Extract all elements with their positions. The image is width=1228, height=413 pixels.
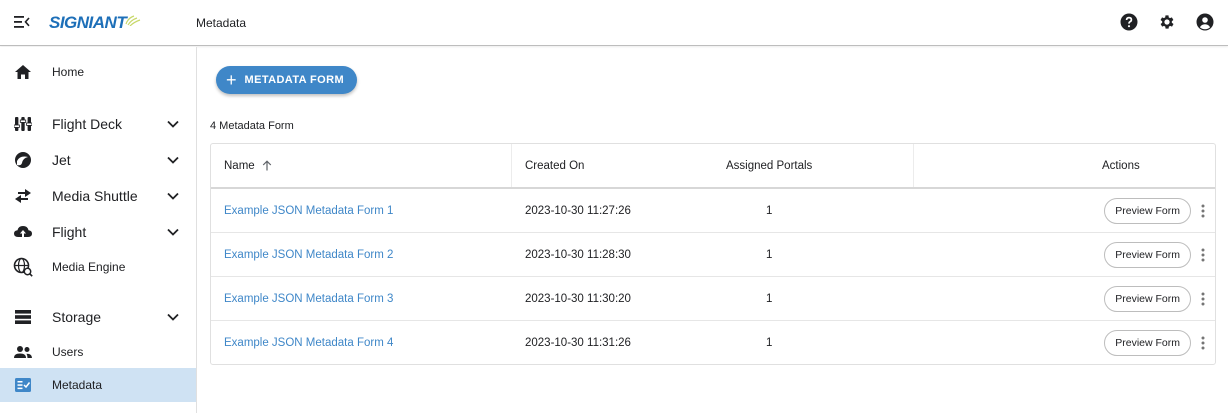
table-row: Example JSON Metadata Form 3 2023-10-30 … <box>211 277 1215 321</box>
home-icon <box>13 62 33 82</box>
column-header-label: Actions <box>1102 159 1140 172</box>
column-header-name[interactable]: Name <box>224 144 272 187</box>
sidebar-item-home[interactable]: Home <box>0 57 196 87</box>
table-row: Example JSON Metadata Form 2 2023-10-30 … <box>211 233 1215 277</box>
top-bar: SIGNIANT Metadata <box>0 0 1228 46</box>
preview-form-button[interactable]: Preview Form <box>1104 198 1191 224</box>
transfer-arrows-icon <box>13 186 33 206</box>
main-content: + METADATA FORM 4 Metadata Form Name Cre… <box>197 47 1228 413</box>
sidebar-item-jet[interactable]: Jet <box>0 145 196 175</box>
help-icon[interactable] <box>1119 12 1139 32</box>
created-on-cell: 2023-10-30 11:27:26 <box>525 204 631 217</box>
column-header-label: Created On <box>525 159 585 172</box>
sidebar: Home Flight Deck Jet Media Shuttle Fligh… <box>0 47 197 413</box>
sidebar-item-label: Storage <box>52 309 102 325</box>
sidebar-item-flight[interactable]: Flight <box>0 217 196 247</box>
globe-search-icon <box>13 257 33 277</box>
created-on-cell: 2023-10-30 11:28:30 <box>525 248 631 261</box>
signiant-logo[interactable]: SIGNIANT <box>49 10 142 36</box>
assigned-portals-cell: 1 <box>766 292 773 305</box>
column-header-created-on[interactable]: Created On <box>525 144 584 187</box>
sidebar-item-users[interactable]: Users <box>0 337 196 367</box>
add-button-label: METADATA FORM <box>244 74 345 86</box>
table-row: Example JSON Metadata Form 4 2023-10-30 … <box>211 321 1215 364</box>
sidebar-item-storage[interactable]: Storage <box>0 302 196 332</box>
more-vert-icon[interactable] <box>1198 290 1208 308</box>
chevron-down-icon[interactable] <box>166 117 180 131</box>
more-vert-icon[interactable] <box>1198 334 1208 352</box>
sidebar-item-media-shuttle[interactable]: Media Shuttle <box>0 181 196 211</box>
assigned-portals-cell: 1 <box>766 204 773 217</box>
gear-icon[interactable] <box>1157 12 1177 32</box>
form-name-link[interactable]: Example JSON Metadata Form 4 <box>224 321 393 364</box>
metadata-forms-table: Name Created On Assigned Portals Actions… <box>210 143 1216 365</box>
assigned-portals-cell: 1 <box>766 336 773 349</box>
column-header-assigned-portals[interactable]: Assigned Portals <box>726 144 812 187</box>
sidebar-item-label: Jet <box>52 152 71 168</box>
chevron-down-icon[interactable] <box>166 189 180 203</box>
logo-arcs-icon <box>125 15 141 26</box>
column-divider <box>913 144 914 187</box>
sidebar-item-metadata[interactable]: Metadata <box>0 368 196 402</box>
logo-text: SIGNIANT <box>49 13 127 32</box>
users-icon <box>13 342 33 362</box>
table-header: Name Created On Assigned Portals Actions <box>211 144 1215 189</box>
jet-icon <box>13 150 33 170</box>
assigned-portals-cell: 1 <box>766 248 773 261</box>
form-count-label: 4 Metadata Form <box>210 120 294 132</box>
sidebar-item-flight-deck[interactable]: Flight Deck <box>0 109 196 139</box>
chevron-down-icon[interactable] <box>166 225 180 239</box>
chevron-down-icon[interactable] <box>166 310 180 324</box>
form-name-link[interactable]: Example JSON Metadata Form 1 <box>224 189 393 232</box>
sidebar-item-label: Media Shuttle <box>52 188 138 204</box>
column-divider <box>511 144 512 187</box>
column-header-actions: Actions <box>1102 144 1140 187</box>
created-on-cell: 2023-10-30 11:30:20 <box>525 292 631 305</box>
metadata-icon <box>13 375 33 395</box>
more-vert-icon[interactable] <box>1198 202 1208 220</box>
add-metadata-form-button[interactable]: + METADATA FORM <box>216 66 358 94</box>
chevron-down-icon[interactable] <box>166 153 180 167</box>
cloud-upload-icon <box>13 222 33 242</box>
created-on-cell: 2023-10-30 11:31:26 <box>525 336 631 349</box>
preview-form-button[interactable]: Preview Form <box>1104 286 1191 312</box>
sidebar-item-label: Users <box>52 345 84 359</box>
account-icon[interactable] <box>1195 12 1215 32</box>
preview-form-button[interactable]: Preview Form <box>1104 242 1191 268</box>
form-name-link[interactable]: Example JSON Metadata Form 3 <box>224 277 393 320</box>
sort-arrow-up-icon[interactable] <box>262 160 272 171</box>
storage-icon <box>13 307 33 327</box>
form-name-link[interactable]: Example JSON Metadata Form 2 <box>224 233 393 276</box>
column-header-label: Assigned Portals <box>726 159 813 172</box>
preview-form-button[interactable]: Preview Form <box>1104 330 1191 356</box>
menu-collapse-icon[interactable] <box>14 15 30 29</box>
sidebar-item-label: Flight <box>52 224 87 240</box>
sidebar-item-label: Media Engine <box>52 260 126 274</box>
sidebar-item-label: Home <box>52 65 85 79</box>
page-title: Metadata <box>196 16 247 30</box>
sidebar-item-label: Metadata <box>52 378 103 392</box>
sidebar-item-media-engine[interactable]: Media Engine <box>0 252 196 282</box>
table-row: Example JSON Metadata Form 1 2023-10-30 … <box>211 189 1215 233</box>
flight-deck-icon <box>13 114 33 134</box>
plus-icon: + <box>226 69 237 90</box>
sidebar-item-label: Flight Deck <box>52 116 123 132</box>
column-header-label: Name <box>224 159 255 172</box>
more-vert-icon[interactable] <box>1198 246 1208 264</box>
